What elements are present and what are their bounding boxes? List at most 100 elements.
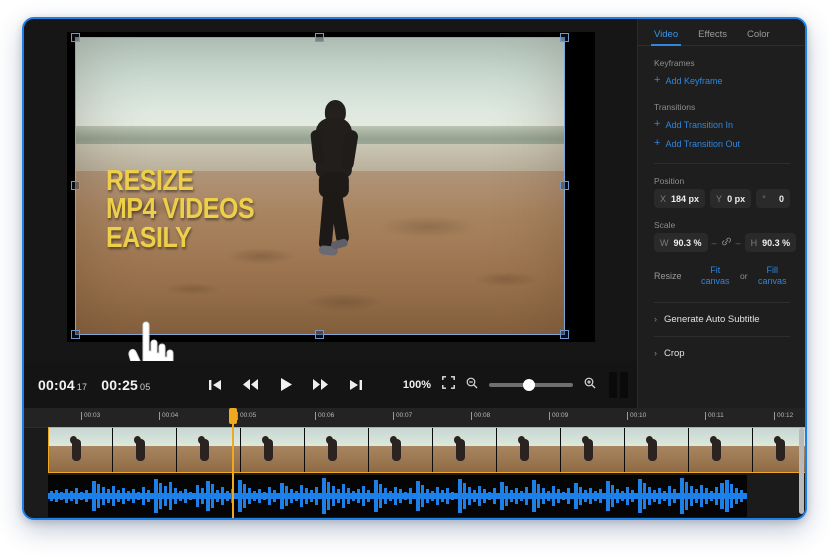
transitions-label: Transitions bbox=[654, 102, 696, 112]
resize-label: Resize bbox=[654, 271, 682, 282]
scale-width-value: 90.3 % bbox=[673, 237, 702, 248]
scale-width-key: W bbox=[660, 237, 669, 248]
add-transition-out-button[interactable]: + Add Transition Out bbox=[654, 134, 790, 153]
add-transition-in-button[interactable]: + Add Transition In bbox=[654, 115, 790, 134]
split-view-icon[interactable] bbox=[609, 371, 628, 398]
ruler-tick: 00:08 bbox=[470, 412, 491, 420]
timeline-playhead[interactable] bbox=[229, 408, 237, 518]
scale-height-key: H bbox=[750, 237, 758, 248]
play-icon[interactable] bbox=[278, 378, 293, 392]
position-x-key: X bbox=[660, 193, 667, 204]
generate-auto-subtitle-section[interactable]: › Generate Auto Subtitle bbox=[638, 303, 805, 336]
current-frames: 17 bbox=[76, 381, 88, 392]
ruler-tick: 00:09 bbox=[548, 412, 569, 420]
zoom-controls: 100% bbox=[402, 371, 628, 398]
current-time-display: 00:04 17 bbox=[38, 377, 87, 393]
tab-video[interactable]: Video bbox=[650, 29, 682, 46]
dash-right: – bbox=[735, 237, 741, 248]
screenshot-stage: RESIZE MP4 VIDEOS EASILY 00:04 17 00:25 … bbox=[0, 0, 829, 558]
total-time: 00:25 bbox=[101, 376, 139, 393]
rotation-field[interactable]: ° 0 bbox=[756, 189, 790, 208]
position-y-value: 0 px bbox=[727, 193, 746, 204]
zoom-in-icon[interactable] bbox=[584, 376, 596, 394]
plus-icon: + bbox=[654, 118, 661, 130]
fullscreen-icon[interactable] bbox=[442, 375, 455, 394]
filmstrip-thumbnail bbox=[113, 428, 177, 472]
timeline-scrollbar[interactable] bbox=[799, 428, 804, 514]
skip-back-icon[interactable] bbox=[208, 378, 223, 392]
total-frames: 05 bbox=[140, 381, 151, 392]
plus-icon: + bbox=[654, 137, 661, 149]
chevron-right-icon: › bbox=[654, 348, 657, 358]
add-transition-out-label: Add Transition Out bbox=[665, 138, 740, 149]
position-label: Position bbox=[654, 176, 685, 186]
transport-buttons bbox=[208, 378, 363, 392]
ruler-tick: 00:04 bbox=[158, 412, 179, 420]
filmstrip-thumbnail bbox=[433, 428, 497, 472]
video-preview-area[interactable]: RESIZE MP4 VIDEOS EASILY bbox=[24, 19, 637, 388]
scale-width-field[interactable]: W 90.3 % bbox=[654, 233, 708, 252]
ruler-tick: 00:07 bbox=[392, 412, 413, 420]
tab-effects[interactable]: Effects bbox=[698, 29, 727, 45]
filmstrip-thumbnail bbox=[369, 428, 433, 472]
panel-divider bbox=[654, 163, 790, 164]
audio-track-clip[interactable] bbox=[48, 475, 747, 517]
scale-height-field[interactable]: H 90.3 % bbox=[744, 233, 797, 252]
zoom-out-icon[interactable] bbox=[466, 376, 478, 394]
resize-row: Resize Fit canvas or Fill canvas bbox=[654, 265, 790, 288]
zoom-level: 100% bbox=[402, 378, 431, 391]
caption-line-1: RESIZE bbox=[106, 165, 194, 198]
keyframes-label: Keyframes bbox=[654, 58, 695, 68]
link-icon[interactable] bbox=[721, 234, 732, 252]
total-time-display: 00:25 05 bbox=[101, 377, 150, 393]
fill-canvas-button[interactable]: Fill canvas bbox=[755, 265, 790, 288]
plus-icon: + bbox=[654, 74, 661, 86]
caption-line-2: MP4 VIDEOS bbox=[106, 193, 255, 226]
filmstrip-thumbnail bbox=[305, 428, 369, 472]
caption-line-3: EASILY bbox=[106, 222, 192, 255]
timeline-ruler[interactable]: 00:03 00:04 00:05 00:06 00:07 00:08 00:0… bbox=[24, 408, 805, 428]
position-x-field[interactable]: X 184 px bbox=[654, 189, 706, 208]
dash-left: – bbox=[711, 237, 717, 248]
zoom-slider-knob[interactable] bbox=[523, 378, 535, 391]
filmstrip-thumbnail bbox=[561, 428, 625, 472]
position-fields: X 184 px Y 0 px ° 0 bbox=[654, 189, 790, 208]
skip-forward-icon[interactable] bbox=[348, 378, 363, 392]
filmstrip-thumbnail bbox=[753, 428, 805, 472]
video-track-clip[interactable] bbox=[48, 427, 805, 473]
ruler-tick: 00:03 bbox=[80, 412, 101, 420]
ruler-tick: 00:10 bbox=[626, 412, 647, 420]
panel-tabs: Video Effects Color bbox=[638, 19, 805, 46]
or-label: or bbox=[739, 271, 748, 282]
add-keyframe-button[interactable]: + Add Keyframe bbox=[654, 71, 790, 90]
filmstrip-thumbnail bbox=[497, 428, 561, 472]
ruler-tick: 00:12 bbox=[773, 412, 794, 420]
rotation-value: 0 bbox=[778, 193, 784, 204]
filmstrip-thumbnail bbox=[49, 428, 113, 472]
filmstrip-thumbnail bbox=[625, 428, 689, 472]
filmstrip-thumbnail bbox=[689, 428, 753, 472]
tab-color[interactable]: Color bbox=[747, 29, 770, 45]
rotation-key: ° bbox=[762, 193, 766, 204]
transport-bar: 00:04 17 00:25 05 100% bbox=[24, 361, 637, 408]
scale-label: Scale bbox=[654, 220, 676, 230]
position-y-field[interactable]: Y 0 px bbox=[710, 189, 752, 208]
rewind-icon[interactable] bbox=[243, 378, 259, 392]
ruler-tick: 00:11 bbox=[705, 412, 724, 420]
chevron-right-icon: › bbox=[654, 314, 657, 324]
fast-forward-icon[interactable] bbox=[313, 378, 329, 392]
playhead-knob[interactable] bbox=[229, 408, 237, 424]
add-keyframe-label: Add Keyframe bbox=[665, 75, 723, 86]
scale-height-value: 90.3 % bbox=[762, 237, 791, 248]
video-frame: RESIZE MP4 VIDEOS EASILY bbox=[75, 37, 565, 335]
add-transition-in-label: Add Transition In bbox=[665, 119, 733, 130]
video-editor-window: RESIZE MP4 VIDEOS EASILY 00:04 17 00:25 … bbox=[22, 17, 807, 520]
caption-overlay: RESIZE MP4 VIDEOS EASILY bbox=[106, 165, 278, 255]
timeline[interactable]: 00:03 00:04 00:05 00:06 00:07 00:08 00:0… bbox=[24, 408, 805, 518]
zoom-slider[interactable] bbox=[489, 378, 573, 391]
fit-canvas-button[interactable]: Fit canvas bbox=[698, 265, 733, 288]
crop-section[interactable]: › Crop bbox=[638, 337, 805, 370]
position-y-key: Y bbox=[716, 193, 723, 204]
scale-fields: W 90.3 % – – H 90.3 % bbox=[654, 233, 797, 252]
audio-waveform bbox=[48, 478, 747, 514]
